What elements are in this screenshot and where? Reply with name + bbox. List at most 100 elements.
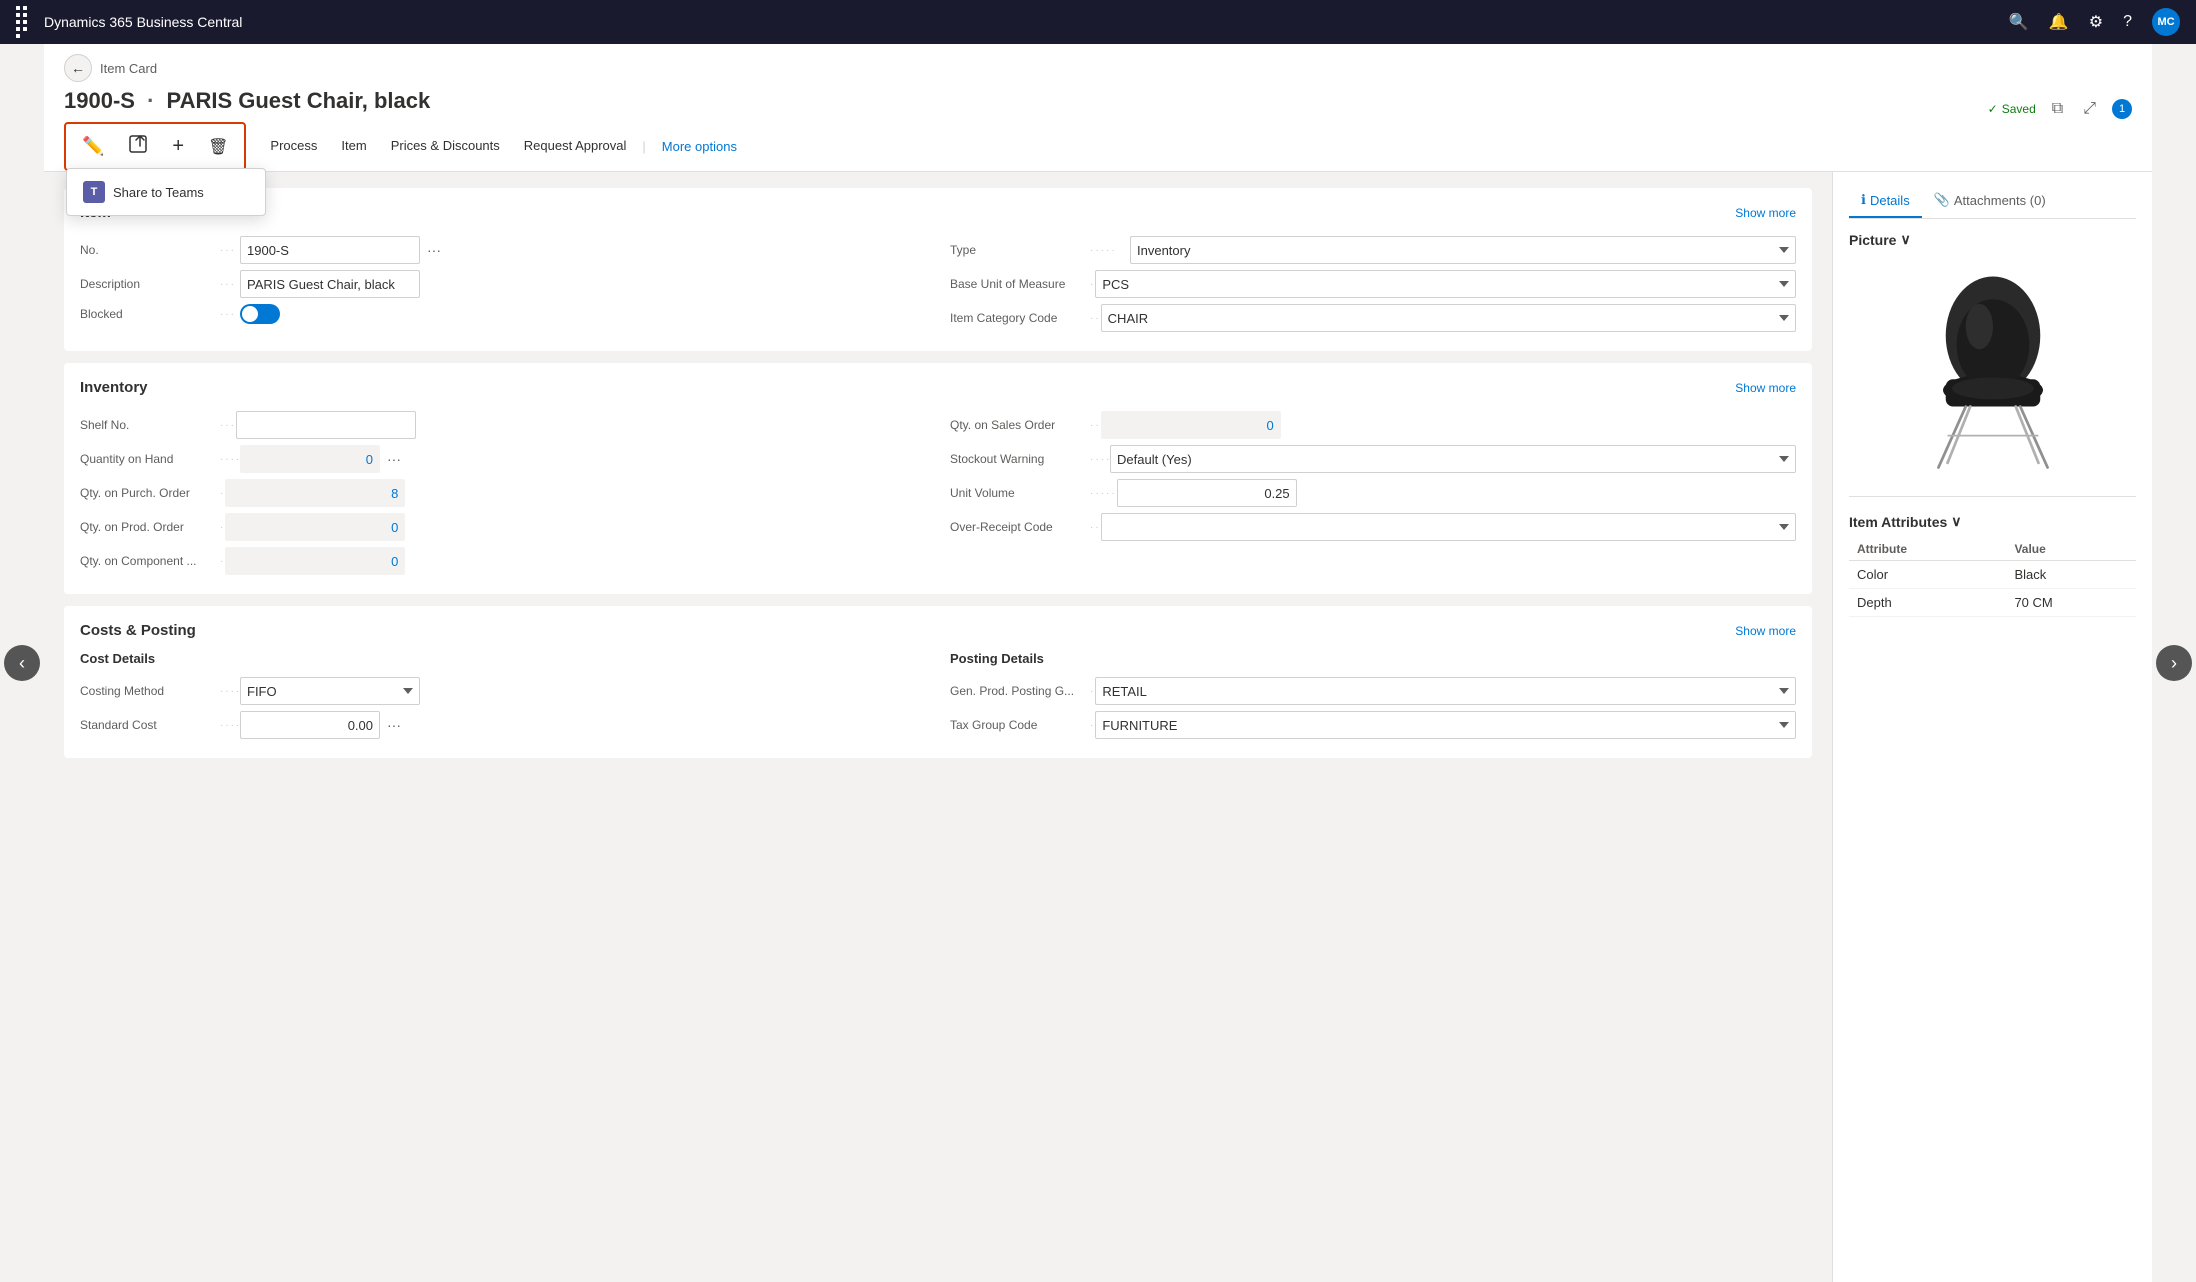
body-content: Item Show more No. ··· ···	[44, 172, 2152, 1282]
avatar[interactable]: MC	[2152, 8, 2180, 36]
value-cell: 70 CM	[2006, 589, 2136, 617]
qty-on-prod-input[interactable]	[225, 513, 405, 541]
picture-title[interactable]: Picture ∨	[1849, 231, 2136, 248]
type-select[interactable]: Inventory	[1130, 236, 1796, 264]
share-to-teams-item[interactable]: T Share to Teams	[67, 173, 265, 211]
base-uom-select[interactable]: PCS	[1095, 270, 1796, 298]
settings-icon[interactable]: ⚙	[2089, 12, 2103, 32]
open-in-new-icon[interactable]: ⧉	[2048, 96, 2067, 122]
edit-button[interactable]: ✏️	[74, 130, 112, 163]
breadcrumb-text: Item Card	[100, 61, 157, 76]
unit-volume-input[interactable]	[1117, 479, 1297, 507]
inventory-section-header: Inventory Show more	[80, 379, 1796, 396]
no-ellipsis-button[interactable]: ···	[420, 236, 448, 264]
side-panel-tabs: ℹ Details 📎 Attachments (0)	[1849, 184, 2136, 219]
quantity-on-hand-label: Quantity on Hand	[80, 452, 220, 466]
qty-on-purch-label: Qty. on Purch. Order	[80, 486, 220, 500]
description-input[interactable]	[240, 270, 420, 298]
standard-cost-row: Standard Cost ···· ···	[80, 708, 926, 742]
more-options-button[interactable]: More options	[650, 131, 749, 162]
tax-group-select[interactable]: FURNITURE	[1095, 711, 1796, 739]
app-grid-icon[interactable]	[16, 6, 32, 38]
qty-on-component-label: Qty. on Component ...	[80, 554, 220, 568]
value-cell: Black	[2006, 561, 2136, 589]
search-icon[interactable]: 🔍	[2009, 12, 2029, 32]
posting-details-title: Posting Details	[950, 651, 1796, 666]
qty-on-sales-input[interactable]	[1101, 411, 1281, 439]
share-button[interactable]	[120, 128, 156, 165]
inventory-section: Inventory Show more Shelf No. ···	[64, 363, 1812, 594]
inventory-right-column: Qty. on Sales Order ·· Stockout Warning …	[950, 408, 1796, 578]
page-header: ← Item Card 1900-S · PARIS Guest Chair, …	[44, 44, 2152, 172]
shelf-no-label: Shelf No.	[80, 418, 220, 432]
info-badge[interactable]: 1	[2112, 99, 2132, 119]
costs-show-more[interactable]: Show more	[1735, 624, 1796, 638]
value-column-header: Value	[2006, 538, 2136, 561]
item-left-column: No. ··· ··· Description ···	[80, 233, 926, 335]
edit-icon: ✏️	[82, 136, 104, 157]
item-attributes-title[interactable]: Item Attributes ∨	[1849, 513, 2136, 530]
toolbar-nav: Process Item Prices & Discounts Request …	[258, 130, 749, 163]
qty-on-purch-input[interactable]	[225, 479, 405, 507]
share-to-teams-label: Share to Teams	[113, 185, 204, 200]
no-input[interactable]	[240, 236, 420, 264]
gen-prod-posting-select[interactable]: RETAIL	[1095, 677, 1796, 705]
tab-process[interactable]: Process	[258, 130, 329, 163]
item-attributes-section: Item Attributes ∨ Attribute Value	[1849, 513, 2136, 617]
costing-method-select[interactable]: FIFO	[240, 677, 420, 705]
checkmark-icon: ✓	[1988, 102, 1998, 116]
no-field-row: No. ··· ···	[80, 233, 926, 267]
tab-details[interactable]: ℹ Details	[1849, 184, 1922, 218]
over-receipt-select[interactable]	[1101, 513, 1796, 541]
tab-attachments[interactable]: 📎 Attachments (0)	[1922, 184, 2058, 218]
inventory-left-column: Shelf No. ··· Quantity on Hand ···· ···	[80, 408, 926, 578]
toolbar-action-group: ✏️	[64, 122, 246, 171]
gen-prod-posting-row: Gen. Prod. Posting G... · RETAIL	[950, 674, 1796, 708]
item-category-select[interactable]: CHAIR	[1101, 304, 1796, 332]
shelf-no-input[interactable]	[236, 411, 416, 439]
base-uom-field-row: Base Unit of Measure · PCS	[950, 267, 1796, 301]
top-nav-icons: 🔍 🔔 ⚙ ? MC	[2009, 8, 2180, 36]
picture-chevron: ∨	[1900, 231, 1910, 248]
blocked-field-row: Blocked ···	[80, 301, 926, 327]
help-icon[interactable]: ?	[2123, 13, 2132, 31]
qty-on-prod-label: Qty. on Prod. Order	[80, 520, 220, 534]
picture-container	[1849, 256, 2136, 488]
prev-record-button[interactable]: ‹	[4, 645, 40, 681]
next-record-button[interactable]: ›	[2156, 645, 2192, 681]
item-category-field-row: Item Category Code ·· CHAIR	[950, 301, 1796, 335]
shelf-no-row: Shelf No. ···	[80, 408, 926, 442]
tab-prices-discounts[interactable]: Prices & Discounts	[379, 130, 512, 163]
costs-section-title: Costs & Posting	[80, 622, 196, 639]
top-navigation: Dynamics 365 Business Central 🔍 🔔 ⚙ ? MC	[0, 0, 2196, 44]
blocked-toggle[interactable]	[240, 304, 280, 324]
qty-on-sales-label: Qty. on Sales Order	[950, 418, 1090, 432]
quantity-on-hand-row: Quantity on Hand ···· ···	[80, 442, 926, 476]
standard-cost-input[interactable]	[240, 711, 380, 739]
tab-item[interactable]: Item	[329, 130, 378, 163]
chair-image	[1893, 272, 2093, 472]
delete-button[interactable]: 🗑	[200, 131, 236, 163]
back-button[interactable]: ←	[64, 54, 92, 82]
stockout-warning-label: Stockout Warning	[950, 452, 1090, 466]
item-category-label: Item Category Code	[950, 311, 1090, 325]
type-label: Type	[950, 243, 1090, 257]
standard-cost-ellipsis[interactable]: ···	[380, 711, 408, 739]
costs-section-header: Costs & Posting Show more	[80, 622, 1796, 639]
share-dropdown: T Share to Teams	[66, 168, 266, 216]
item-show-more[interactable]: Show more	[1735, 206, 1796, 220]
attributes-chevron: ∨	[1951, 513, 1961, 530]
picture-section: Picture ∨	[1849, 231, 2136, 497]
quantity-ellipsis-button[interactable]: ···	[380, 445, 408, 473]
collapse-icon[interactable]: ⤢	[2079, 96, 2100, 122]
tab-request-approval[interactable]: Request Approval	[512, 130, 639, 163]
notification-icon[interactable]: 🔔	[2049, 12, 2069, 32]
table-row: Color Black	[1849, 561, 2136, 589]
stockout-warning-select[interactable]: Default (Yes)	[1110, 445, 1796, 473]
qty-on-component-input[interactable]	[225, 547, 405, 575]
inventory-show-more[interactable]: Show more	[1735, 381, 1796, 395]
details-icon: ℹ	[1861, 192, 1866, 208]
qty-on-prod-row: Qty. on Prod. Order ·	[80, 510, 926, 544]
quantity-on-hand-input[interactable]	[240, 445, 380, 473]
add-button[interactable]: +	[164, 129, 192, 164]
